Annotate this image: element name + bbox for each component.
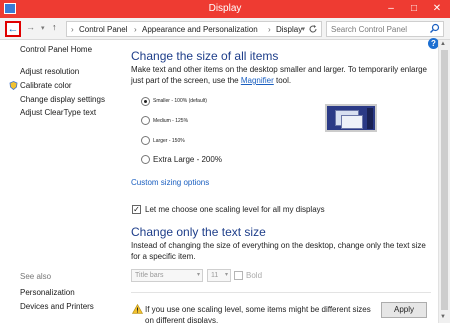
radio-label-larger[interactable]: Larger - 150% (153, 138, 185, 144)
refresh-icon[interactable] (308, 24, 318, 34)
radio-label-extra-large[interactable]: Extra Large - 200% (153, 155, 222, 164)
minimize-button[interactable]: – (380, 0, 402, 18)
main-content: Change the size of all items Make text a… (131, 40, 436, 323)
scaling-checkbox[interactable]: ✓ (132, 205, 141, 214)
breadcrumb-display[interactable]: Display (276, 25, 302, 34)
scrollbar-thumb[interactable] (441, 50, 448, 310)
back-icon[interactable]: ← (5, 21, 21, 37)
radio-larger[interactable] (141, 136, 150, 145)
apply-button[interactable]: Apply (381, 302, 427, 318)
breadcrumb-separator: › (268, 25, 271, 34)
maximize-button[interactable]: □ (403, 0, 425, 18)
see-also-personalization[interactable]: Personalization (20, 288, 75, 297)
breadcrumb-control-panel[interactable]: Control Panel (79, 25, 127, 34)
scaling-checkbox-label[interactable]: Let me choose one scaling level for all … (145, 205, 325, 214)
custom-sizing-link[interactable]: Custom sizing options (131, 178, 209, 187)
vertical-scrollbar[interactable]: ▲ ▼ (438, 40, 450, 323)
sidebar: Control Panel Home Adjust resolution Cal… (0, 40, 120, 323)
search-input[interactable]: Search Control Panel (331, 25, 407, 34)
section-title-size-all-items: Change the size of all items (131, 49, 279, 63)
see-also-devices-printers[interactable]: Devices and Printers (20, 302, 94, 311)
chevron-down-icon: ▾ (224, 272, 228, 278)
close-button[interactable]: ✕ (426, 0, 448, 18)
search-box[interactable]: Search Control Panel (326, 21, 444, 37)
radio-smaller[interactable] (141, 97, 150, 106)
chevron-down-icon: ▾ (196, 272, 200, 278)
forward-icon[interactable]: → (26, 22, 35, 32)
size-select-value: 11 (211, 272, 219, 279)
radio-extra-large[interactable] (141, 155, 150, 164)
recent-pages-icon[interactable]: ▾ (41, 24, 45, 32)
scroll-up-icon[interactable]: ▲ (440, 41, 446, 47)
sidebar-item-change-display-settings[interactable]: Change display settings (20, 95, 105, 104)
scaling-warning: If you use one scaling level, some items… (145, 305, 371, 323)
item-select-value: Title bars (135, 272, 164, 279)
radio-label-smaller[interactable]: Smaller - 100% (default) (153, 98, 207, 104)
see-also-heading: See also (20, 272, 52, 281)
magnifier-link[interactable]: Magnifier (241, 76, 274, 85)
up-icon[interactable]: ↑ (52, 22, 57, 32)
shield-icon (9, 81, 18, 90)
scroll-down-icon[interactable]: ▼ (440, 314, 446, 320)
navigation-bar: ← → ▾ ↑ › Control Panel › Appearance and… (0, 18, 450, 40)
text-size-description: Instead of changing the size of everythi… (131, 241, 426, 261)
address-dropdown-icon[interactable]: ▾ (301, 25, 305, 33)
search-icon[interactable] (429, 23, 440, 34)
radio-label-medium[interactable]: Medium - 125% (153, 118, 188, 124)
bold-checkbox[interactable] (234, 271, 243, 280)
item-select[interactable]: Title bars ▾ (131, 269, 203, 282)
bold-label[interactable]: Bold (246, 271, 262, 280)
breadcrumb-separator: › (134, 25, 137, 34)
section-description: Make text and other items on the desktop… (131, 64, 431, 86)
radio-medium[interactable] (141, 116, 150, 125)
section-title-text-size: Change only the text size (131, 225, 266, 239)
display-preview-icon (325, 104, 377, 132)
sidebar-item-adjust-resolution[interactable]: Adjust resolution (20, 67, 79, 76)
divider (131, 292, 431, 293)
address-bar[interactable]: › Control Panel › Appearance and Persona… (66, 21, 322, 37)
title-bar: Display – □ ✕ (0, 0, 450, 18)
sidebar-item-adjust-cleartype[interactable]: Adjust ClearType text (20, 108, 96, 117)
sidebar-item-calibrate-color[interactable]: Calibrate color (20, 81, 72, 90)
description-text-end: tool. (276, 76, 292, 85)
warning-icon (132, 304, 143, 314)
size-select[interactable]: 11 ▾ (207, 269, 231, 282)
control-panel-home-link[interactable]: Control Panel Home (20, 45, 92, 54)
breadcrumb-separator: › (71, 25, 74, 34)
breadcrumb-appearance[interactable]: Appearance and Personalization (142, 25, 258, 34)
